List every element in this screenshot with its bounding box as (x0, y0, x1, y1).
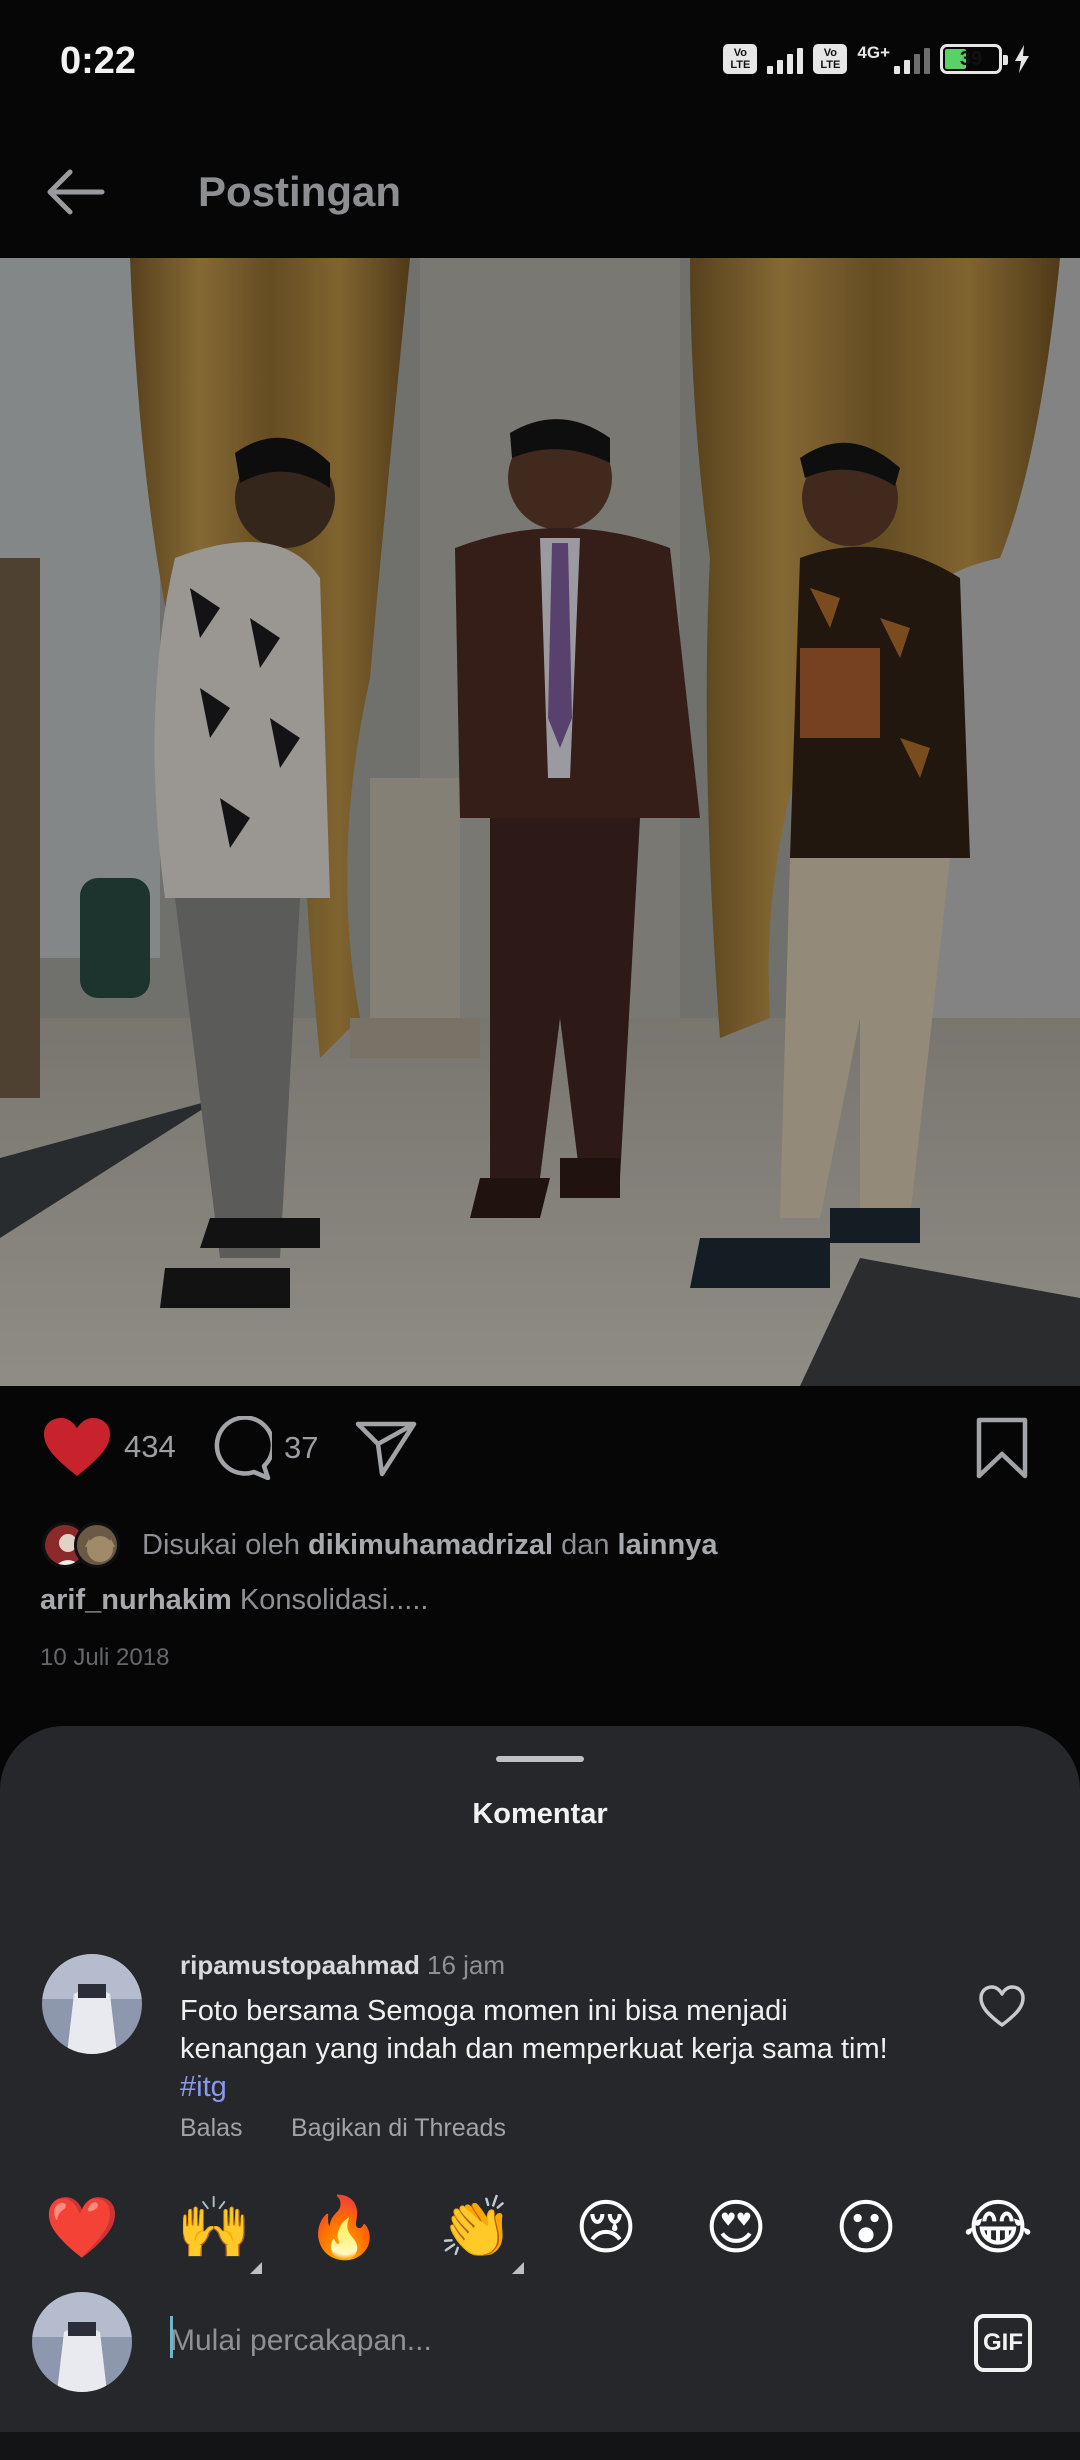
share-icon[interactable] (354, 1418, 418, 1478)
commenter-avatar[interactable] (42, 1954, 142, 2054)
likes-count: 434 (124, 1429, 176, 1464)
caption-username[interactable]: arif_nurhakim (40, 1584, 232, 1616)
reply-button[interactable]: Balas (180, 2114, 243, 2143)
signal-icon-2 (894, 44, 930, 74)
navigation-bar (0, 2432, 1080, 2460)
bookmark-icon[interactable] (974, 1416, 1030, 1480)
comment-username[interactable]: ripamustopaahmad (180, 1950, 420, 1981)
quick-reactions: ❤️ 🙌 🔥 👏 😢 😍 😮 😂 (0, 2186, 1080, 2286)
reaction-raising-hands[interactable]: 🙌 (172, 2186, 262, 2274)
status-icons: Vo LTE Vo LTE 4G+ 39 (723, 43, 1032, 74)
reaction-laughing[interactable]: 😂 (956, 2186, 1040, 2270)
sheet-drag-handle[interactable] (496, 1756, 584, 1762)
battery-icon: 39 (940, 44, 1008, 74)
text-cursor (170, 2316, 173, 2358)
post-date: 10 Juli 2018 (40, 1644, 170, 1671)
status-bar: 0:22 Vo LTE Vo LTE 4G+ 39 (0, 0, 1080, 130)
status-time: 0:22 (60, 40, 137, 82)
volte-icon-2: Vo LTE (813, 44, 848, 74)
battery-level: 39 (959, 48, 983, 70)
current-user-avatar (32, 2292, 132, 2392)
volte-icon: Vo LTE (723, 44, 758, 74)
sheet-title: Komentar (472, 1798, 608, 1830)
comment-icon (214, 1416, 272, 1480)
comments-sheet: Komentar ripamustopaahmad 16 jam Foto be… (0, 1726, 1080, 2460)
comments-count: 37 (284, 1430, 319, 1465)
reaction-surprised[interactable]: 😮 (824, 2186, 908, 2270)
signal-icon (767, 44, 804, 74)
reaction-heart-eyes[interactable]: 😍 (694, 2186, 778, 2270)
page-title: Postingan (198, 168, 402, 215)
comment-composer: GIF (0, 2286, 1080, 2406)
comment-time: 16 jam (427, 1950, 506, 1980)
post-image[interactable] (0, 258, 1080, 1386)
post-caption: arif_nurhakim Konsolidasi..... (40, 1584, 428, 1617)
back-button[interactable] (40, 156, 112, 228)
app-header: Postingan (0, 130, 1080, 258)
reaction-fire[interactable]: 🔥 (302, 2186, 386, 2270)
gif-button[interactable]: GIF (974, 2314, 1032, 2372)
caption-text: Konsolidasi..... (239, 1584, 429, 1616)
liker-avatar (74, 1522, 120, 1568)
comment-input[interactable] (170, 2316, 950, 2366)
heart-filled-icon (44, 1418, 110, 1476)
charging-icon (1015, 45, 1029, 73)
reaction-clapping[interactable]: 👏 (434, 2186, 524, 2274)
post-photo-illustration (0, 258, 1080, 1386)
comment-item: ripamustopaahmad 16 jam Foto bersama Sem… (0, 1936, 1080, 2176)
comment-hashtag[interactable]: #itg (180, 2071, 227, 2103)
network-type: 4G+ (857, 43, 890, 62)
share-to-threads-button[interactable]: Bagikan di Threads (291, 2114, 506, 2143)
liked-by-username[interactable]: dikimuhamadrizal (308, 1529, 553, 1561)
comment-like-icon[interactable] (978, 1984, 1026, 2028)
like-button[interactable]: 434 (42, 1416, 176, 1478)
comment-button[interactable]: 37 (208, 1416, 318, 1480)
liked-by-text: Disukai oleh dikimuhamadrizal dan lainny… (142, 1528, 718, 1561)
comment-text: Foto bersama Semoga momen ini bisa menja… (180, 1995, 888, 2103)
post-actions: 434 37 (0, 1386, 1080, 1506)
reaction-heart[interactable]: ❤️ (40, 2186, 124, 2270)
liked-by-others[interactable]: lainnya (618, 1529, 718, 1561)
reaction-crying[interactable]: 😢 (564, 2186, 648, 2270)
liked-by-row[interactable]: Disukai oleh dikimuhamadrizal dan lainny… (42, 1518, 717, 1572)
